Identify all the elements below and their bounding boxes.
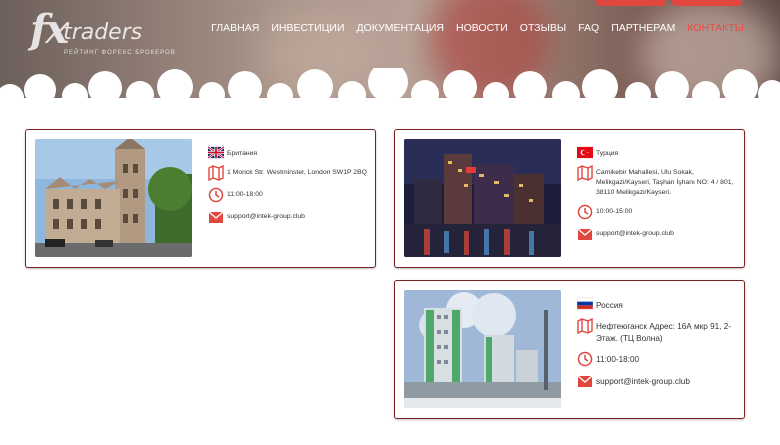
office-info-turkey: Турция Camikebir Mahallesi, Ulu Sokak, M…: [577, 146, 738, 248]
logo-fx: fx: [30, 6, 69, 53]
hours-text: 11:00-18:00: [596, 355, 640, 364]
clouds-divider: [0, 68, 780, 108]
country-row: Британия: [208, 146, 369, 159]
address-text: Нефтеюганск Адрес: 16А мкр 91, 2-Этаж. (…: [596, 322, 732, 343]
mail-icon: [577, 228, 593, 240]
address-text: 1 Monck Str. Westminster, London SW1P 2B…: [227, 169, 367, 176]
map-icon: [208, 165, 224, 181]
clock-icon: [577, 204, 593, 220]
address-text: Camikebir Mahallesi, Ulu Sokak, Melikgaz…: [596, 169, 734, 196]
nav-news[interactable]: НОВОСТИ: [456, 22, 508, 34]
uk-flag-icon: [208, 146, 224, 159]
email-row: support@intek-group.club: [577, 373, 738, 389]
nav-faq[interactable]: FAQ: [578, 22, 599, 34]
map-icon: [577, 318, 593, 334]
email-row: support@intek-group.club: [577, 226, 738, 242]
nav-reviews[interactable]: ОТЗЫВЫ: [520, 22, 566, 34]
main-nav: ГЛАВНАЯ ИНВЕСТИЦИИ ДОКУМЕНТАЦИЯ НОВОСТИ …: [211, 22, 744, 34]
logo-tagline: РЕЙТИНГ ФОРЕКС БРОКЕРОВ: [64, 50, 176, 56]
address-row: Нефтеюганск Адрес: 16А мкр 91, 2-Этаж. (…: [577, 318, 738, 345]
clock-icon: [577, 351, 593, 367]
top-action-button-2[interactable]: [672, 0, 742, 6]
nav-home[interactable]: ГЛАВНАЯ: [211, 22, 259, 34]
hours-row: 11:00-18:00: [208, 187, 369, 203]
nav-partners[interactable]: ПАРТНЕРАМ: [611, 22, 675, 34]
office-photo-london: [35, 139, 192, 257]
office-info-russia: Россия Нефтеюганск Адрес: 16А мкр 91, 2-…: [577, 297, 738, 395]
address-row: Camikebir Mahallesi, Ulu Sokak, Melikgaz…: [577, 165, 738, 198]
country-name: Турция: [596, 150, 619, 157]
office-card-uk: Британия 1 Monck Str. Westminster, Londo…: [25, 129, 376, 268]
mail-icon: [577, 375, 593, 387]
hours-text: 11:00-18:00: [227, 191, 263, 198]
email-link[interactable]: support@intek-group.club: [227, 209, 305, 222]
nav-documentation[interactable]: ДОКУМЕНТАЦИЯ: [357, 22, 444, 34]
map-icon: [577, 165, 593, 181]
mail-icon: [208, 211, 224, 223]
address-row: 1 Monck Str. Westminster, London SW1P 2B…: [208, 165, 369, 181]
header-banner: fxtraders РЕЙТИНГ ФОРЕКС БРОКЕРОВ ГЛАВНА…: [0, 0, 780, 108]
turkey-flag-icon: [577, 146, 593, 159]
top-action-button-1[interactable]: [596, 0, 666, 6]
email-link[interactable]: support@intek-group.club: [596, 373, 690, 388]
country-row: Турция: [577, 146, 738, 159]
hours-row: 11:00-18:00: [577, 351, 738, 367]
logo-word: traders: [63, 20, 143, 45]
country-row: Россия: [577, 297, 738, 312]
country-name: Британия: [227, 150, 258, 157]
email-link[interactable]: support@intek-group.club: [596, 226, 674, 239]
russia-flag-icon: [577, 297, 593, 310]
nav-investments[interactable]: ИНВЕСТИЦИИ: [271, 22, 344, 34]
hours-text: 10:00-15:00: [596, 208, 633, 215]
email-row: support@intek-group.club: [208, 209, 369, 225]
hours-row: 10:00-15:00: [577, 204, 738, 220]
country-name: Россия: [596, 301, 623, 310]
clock-icon: [208, 187, 224, 203]
office-photo-kayseri: [404, 139, 561, 257]
office-card-russia: Россия Нефтеюганск Адрес: 16А мкр 91, 2-…: [394, 280, 745, 419]
site-logo[interactable]: fxtraders РЕЙТИНГ ФОРЕКС БРОКЕРОВ: [30, 6, 175, 56]
office-info-uk: Британия 1 Monck Str. Westminster, Londo…: [208, 146, 369, 231]
office-photo-nefteyugansk: [404, 290, 561, 408]
nav-contacts[interactable]: КОНТАКТЫ: [687, 22, 744, 34]
office-card-turkey: Турция Camikebir Mahallesi, Ulu Sokak, M…: [394, 129, 745, 268]
